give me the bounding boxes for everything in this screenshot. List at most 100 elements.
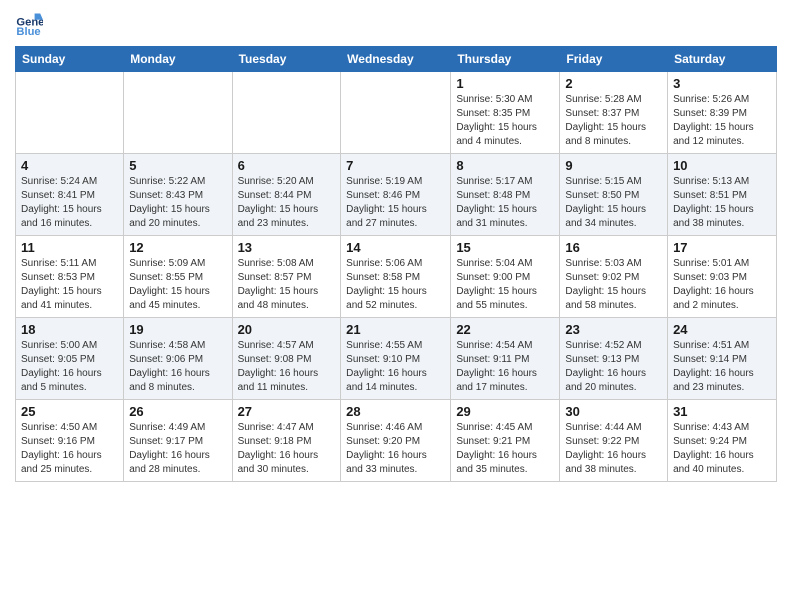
day-number: 30 <box>565 404 662 419</box>
day-info: Sunrise: 4:50 AM Sunset: 9:16 PM Dayligh… <box>21 421 118 477</box>
calendar-cell: 5Sunrise: 5:22 AM Sunset: 8:43 PM Daylig… <box>124 154 232 236</box>
page-container: General Blue SundayMondayTuesdayWednesda… <box>0 0 792 492</box>
day-number: 19 <box>129 322 226 337</box>
day-info: Sunrise: 4:46 AM Sunset: 9:20 PM Dayligh… <box>346 421 445 477</box>
day-number: 26 <box>129 404 226 419</box>
day-info: Sunrise: 5:03 AM Sunset: 9:02 PM Dayligh… <box>565 257 662 313</box>
day-info: Sunrise: 5:01 AM Sunset: 9:03 PM Dayligh… <box>673 257 771 313</box>
day-info: Sunrise: 4:44 AM Sunset: 9:22 PM Dayligh… <box>565 421 662 477</box>
day-info: Sunrise: 4:51 AM Sunset: 9:14 PM Dayligh… <box>673 339 771 395</box>
day-info: Sunrise: 5:17 AM Sunset: 8:48 PM Dayligh… <box>456 175 554 231</box>
calendar-cell: 13Sunrise: 5:08 AM Sunset: 8:57 PM Dayli… <box>232 236 341 318</box>
calendar-header-saturday: Saturday <box>668 47 777 72</box>
calendar-header-thursday: Thursday <box>451 47 560 72</box>
calendar-cell: 8 Sunrise: 5:17 AM Sunset: 8:48 PM Daylig… <box>451 154 560 236</box>
day-info: Sunrise: 5:00 AM Sunset: 9:05 PM Dayligh… <box>21 339 118 395</box>
calendar-body: 1 Sunrise: 5:30 AM Sunset: 8:35 PM Daylig… <box>16 72 777 482</box>
day-number: 17 <box>673 240 771 255</box>
calendar-header-tuesday: Tuesday <box>232 47 341 72</box>
calendar-cell: 11 Sunrise: 5:11 AM Sunset: 8:53 PM Dayli… <box>16 236 124 318</box>
svg-text:Blue: Blue <box>16 26 40 38</box>
day-info: Sunrise: 5:06 AM Sunset: 8:58 PM Dayligh… <box>346 257 445 313</box>
calendar-header-sunday: Sunday <box>16 47 124 72</box>
calendar-header-monday: Monday <box>124 47 232 72</box>
day-number: 6 <box>238 158 336 173</box>
day-info: Sunrise: 4:52 AM Sunset: 9:13 PM Dayligh… <box>565 339 662 395</box>
day-info: Sunrise: 4:47 AM Sunset: 9:18 PM Dayligh… <box>238 421 336 477</box>
calendar-cell: 30 Sunrise: 4:44 AM Sunset: 9:22 PM Dayli… <box>560 400 668 482</box>
day-number: 4 <box>21 158 118 173</box>
day-number: 22 <box>456 322 554 337</box>
calendar-cell <box>341 72 451 154</box>
calendar-header-friday: Friday <box>560 47 668 72</box>
day-number: 29 <box>456 404 554 419</box>
calendar-cell: 3Sunrise: 5:26 AM Sunset: 8:39 PM Daylig… <box>668 72 777 154</box>
day-number: 2 <box>565 76 662 91</box>
calendar-cell: 18 Sunrise: 5:00 AM Sunset: 9:05 PM Dayli… <box>16 318 124 400</box>
day-info: Sunrise: 5:15 AM Sunset: 8:50 PM Dayligh… <box>565 175 662 231</box>
day-number: 25 <box>21 404 118 419</box>
calendar-cell: 31Sunrise: 4:43 AM Sunset: 9:24 PM Dayli… <box>668 400 777 482</box>
day-info: Sunrise: 5:04 AM Sunset: 9:00 PM Dayligh… <box>456 257 554 313</box>
day-number: 12 <box>129 240 226 255</box>
day-info: Sunrise: 5:20 AM Sunset: 8:44 PM Dayligh… <box>238 175 336 231</box>
calendar-cell: 1 Sunrise: 5:30 AM Sunset: 8:35 PM Daylig… <box>451 72 560 154</box>
calendar-cell: 7Sunrise: 5:19 AM Sunset: 8:46 PM Daylig… <box>341 154 451 236</box>
calendar-cell: 9 Sunrise: 5:15 AM Sunset: 8:50 PM Daylig… <box>560 154 668 236</box>
day-info: Sunrise: 5:28 AM Sunset: 8:37 PM Dayligh… <box>565 93 662 149</box>
day-number: 20 <box>238 322 336 337</box>
day-number: 1 <box>456 76 554 91</box>
day-number: 21 <box>346 322 445 337</box>
calendar-week-row: 1 Sunrise: 5:30 AM Sunset: 8:35 PM Daylig… <box>16 72 777 154</box>
calendar-cell: 24 Sunrise: 4:51 AM Sunset: 9:14 PM Dayli… <box>668 318 777 400</box>
day-number: 13 <box>238 240 336 255</box>
calendar-week-row: 25 Sunrise: 4:50 AM Sunset: 9:16 PM Dayli… <box>16 400 777 482</box>
calendar-header-row: SundayMondayTuesdayWednesdayThursdayFrid… <box>16 47 777 72</box>
day-info: Sunrise: 4:45 AM Sunset: 9:21 PM Dayligh… <box>456 421 554 477</box>
calendar-week-row: 4 Sunrise: 5:24 AM Sunset: 8:41 PM Daylig… <box>16 154 777 236</box>
calendar-cell: 17 Sunrise: 5:01 AM Sunset: 9:03 PM Dayli… <box>668 236 777 318</box>
day-number: 11 <box>21 240 118 255</box>
calendar-cell: 10 Sunrise: 5:13 AM Sunset: 8:51 PM Dayli… <box>668 154 777 236</box>
calendar-week-row: 18 Sunrise: 5:00 AM Sunset: 9:05 PM Dayli… <box>16 318 777 400</box>
day-info: Sunrise: 5:09 AM Sunset: 8:55 PM Dayligh… <box>129 257 226 313</box>
day-number: 23 <box>565 322 662 337</box>
day-number: 27 <box>238 404 336 419</box>
day-number: 8 <box>456 158 554 173</box>
page-header: General Blue <box>15 10 777 38</box>
day-number: 18 <box>21 322 118 337</box>
calendar-cell: 19 Sunrise: 4:58 AM Sunset: 9:06 PM Dayli… <box>124 318 232 400</box>
day-number: 10 <box>673 158 771 173</box>
calendar-cell: 22Sunrise: 4:54 AM Sunset: 9:11 PM Dayli… <box>451 318 560 400</box>
calendar-cell: 20Sunrise: 4:57 AM Sunset: 9:08 PM Dayli… <box>232 318 341 400</box>
calendar-cell: 12 Sunrise: 5:09 AM Sunset: 8:55 PM Dayli… <box>124 236 232 318</box>
day-info: Sunrise: 4:55 AM Sunset: 9:10 PM Dayligh… <box>346 339 445 395</box>
calendar-cell: 4 Sunrise: 5:24 AM Sunset: 8:41 PM Daylig… <box>16 154 124 236</box>
day-info: Sunrise: 5:13 AM Sunset: 8:51 PM Dayligh… <box>673 175 771 231</box>
day-info: Sunrise: 5:30 AM Sunset: 8:35 PM Dayligh… <box>456 93 554 149</box>
calendar-header-wednesday: Wednesday <box>341 47 451 72</box>
day-info: Sunrise: 5:24 AM Sunset: 8:41 PM Dayligh… <box>21 175 118 231</box>
calendar-cell: 2 Sunrise: 5:28 AM Sunset: 8:37 PM Daylig… <box>560 72 668 154</box>
calendar-week-row: 11 Sunrise: 5:11 AM Sunset: 8:53 PM Dayli… <box>16 236 777 318</box>
calendar-cell: 6 Sunrise: 5:20 AM Sunset: 8:44 PM Daylig… <box>232 154 341 236</box>
day-info: Sunrise: 4:58 AM Sunset: 9:06 PM Dayligh… <box>129 339 226 395</box>
calendar-cell: 14 Sunrise: 5:06 AM Sunset: 8:58 PM Dayli… <box>341 236 451 318</box>
calendar-cell: 23 Sunrise: 4:52 AM Sunset: 9:13 PM Dayli… <box>560 318 668 400</box>
day-info: Sunrise: 5:11 AM Sunset: 8:53 PM Dayligh… <box>21 257 118 313</box>
day-number: 3 <box>673 76 771 91</box>
calendar-cell: 26 Sunrise: 4:49 AM Sunset: 9:17 PM Dayli… <box>124 400 232 482</box>
logo-icon: General Blue <box>15 10 43 38</box>
calendar-cell: 29 Sunrise: 4:45 AM Sunset: 9:21 PM Dayli… <box>451 400 560 482</box>
day-number: 5 <box>129 158 226 173</box>
calendar-cell: 21 Sunrise: 4:55 AM Sunset: 9:10 PM Dayli… <box>341 318 451 400</box>
calendar-cell: 16Sunrise: 5:03 AM Sunset: 9:02 PM Dayli… <box>560 236 668 318</box>
day-number: 15 <box>456 240 554 255</box>
day-number: 7 <box>346 158 445 173</box>
day-number: 24 <box>673 322 771 337</box>
day-info: Sunrise: 4:49 AM Sunset: 9:17 PM Dayligh… <box>129 421 226 477</box>
day-number: 9 <box>565 158 662 173</box>
calendar-cell: 27 Sunrise: 4:47 AM Sunset: 9:18 PM Dayli… <box>232 400 341 482</box>
calendar-table: SundayMondayTuesdayWednesdayThursdayFrid… <box>15 46 777 482</box>
day-number: 14 <box>346 240 445 255</box>
